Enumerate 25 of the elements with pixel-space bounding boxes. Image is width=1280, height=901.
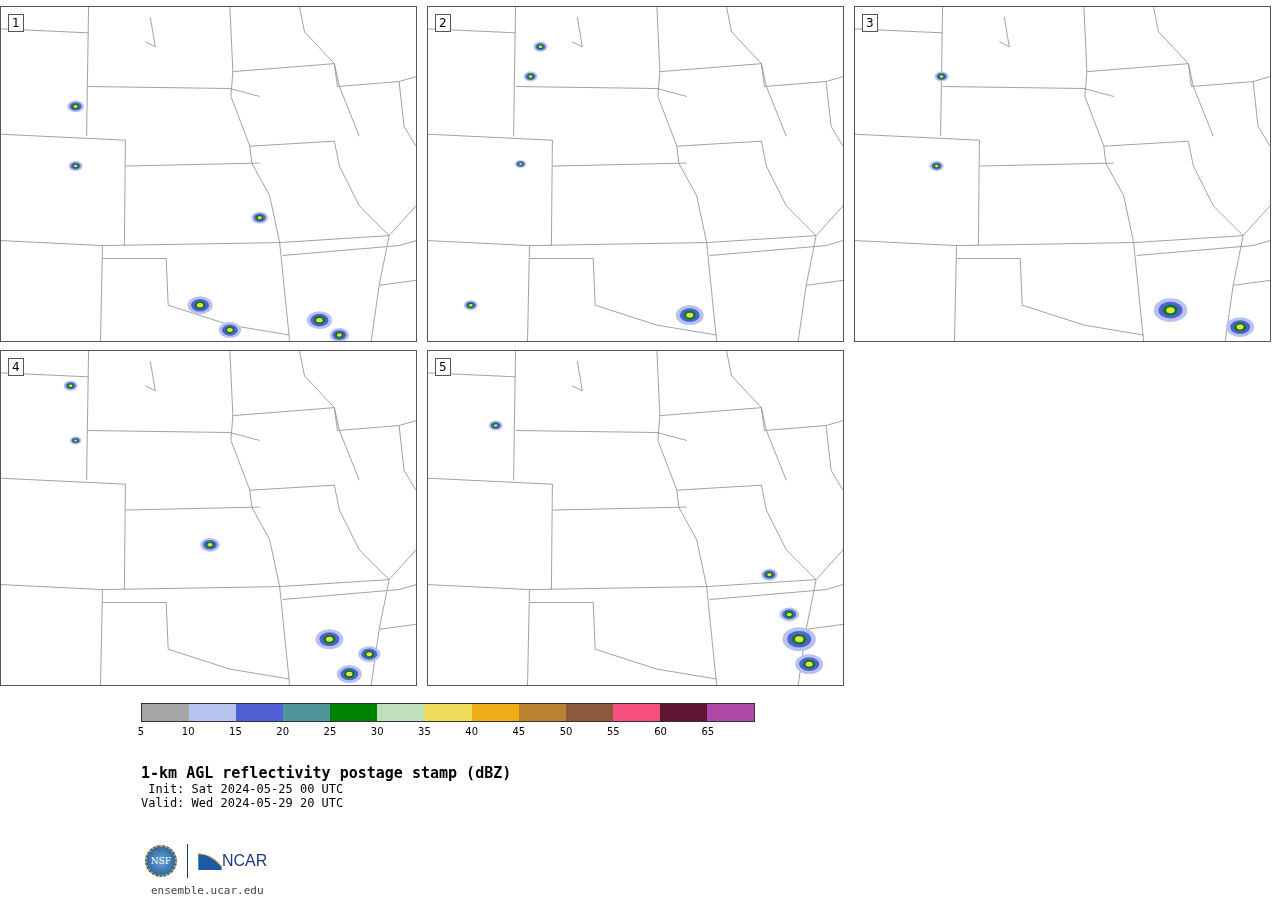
tick-label: 15 [229,726,242,737]
tick-label: 10 [181,726,195,737]
tick-label: 65 [701,726,715,737]
tick-label: 45 [512,726,526,737]
panel-number: 3 [862,14,878,32]
tick-label: 50 [559,726,573,737]
tick-label: 5 [137,726,145,737]
tick-label: 60 [654,726,667,737]
tick-label: 35 [418,726,431,737]
valid-time: Valid: Wed 2024-05-29 20 UTC [141,796,344,810]
tick-label: 20 [276,726,290,737]
swoosh-icon [198,852,222,870]
tick-label: 25 [323,726,337,737]
panel-number: 5 [435,358,451,376]
tick-label: 30 [370,726,384,737]
website-url: ensemble.ucar.edu [151,884,264,897]
ncar-logo: NCAR [222,852,268,870]
init-time: Init: Sat 2024-05-25 00 UTC [147,782,344,796]
panel-number: 1 [8,14,24,32]
tick-label: 55 [607,726,620,737]
panel-number: 2 [435,14,451,32]
chart-title: 1-km AGL reflectivity postage stamp (dBZ) [141,764,512,782]
panel-number: 4 [8,358,24,376]
nsf-logo: NSF [145,845,177,877]
tick-label: 40 [465,726,478,737]
